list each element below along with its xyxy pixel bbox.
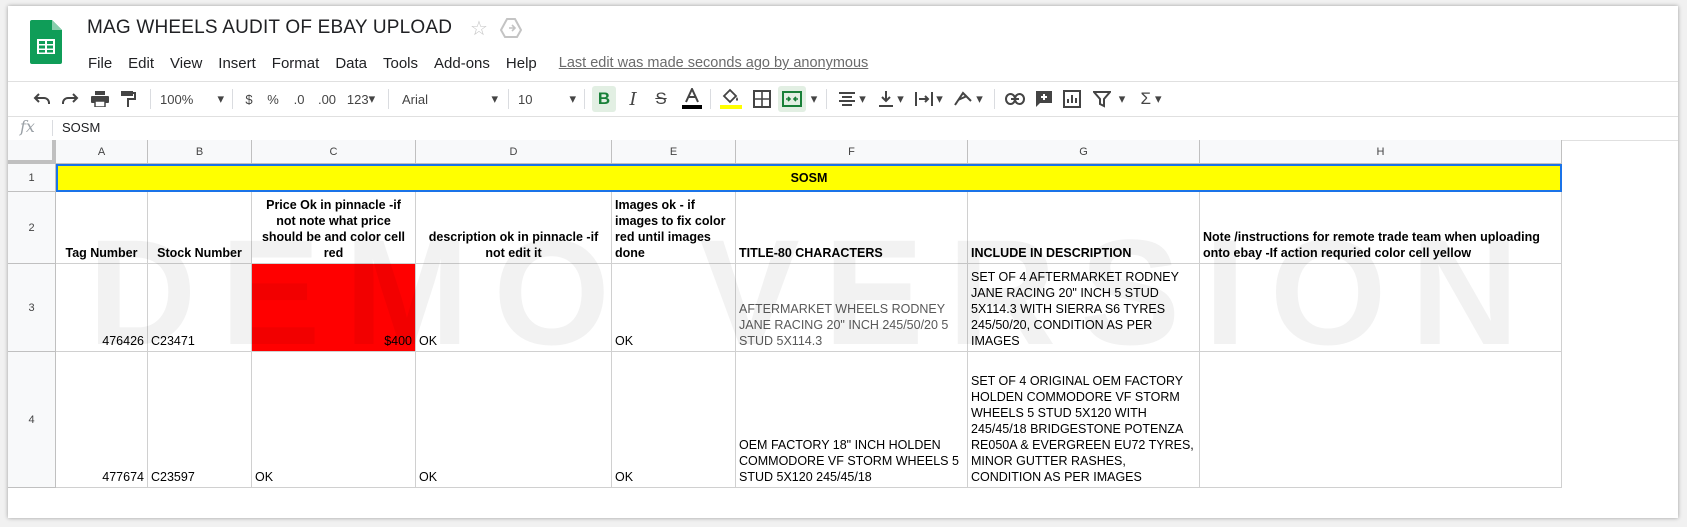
menu-addons[interactable]: Add-ons (426, 55, 498, 72)
borders-icon[interactable] (750, 82, 774, 116)
formula-input[interactable]: SOSM (62, 120, 100, 135)
cell-price-ok[interactable]: OK (252, 352, 416, 488)
cell-tag-number[interactable]: 477674 (56, 352, 148, 488)
functions-icon[interactable]: Σ ▾ (1134, 82, 1168, 116)
more-formats-button[interactable]: 123 ▾ (344, 82, 378, 116)
menu-insert[interactable]: Insert (210, 55, 264, 72)
chevron-down-icon[interactable]: ▾ (808, 82, 820, 116)
menu-bar: File Edit View Insert Format Data Tools … (80, 52, 868, 74)
header-cell-images-ok[interactable]: Images ok - if images to fix color red u… (612, 192, 736, 264)
sigma-label: Σ (1140, 89, 1151, 108)
cell-stock-number[interactable]: C23597 (148, 352, 252, 488)
increase-decimal-button[interactable]: .00 (314, 82, 340, 116)
zoom-value: 100% (160, 91, 194, 107)
fx-icon: fx (20, 117, 35, 136)
font-size-value: 10 (518, 91, 533, 107)
formula-bar: fx SOSM (8, 116, 1678, 141)
column-header-g[interactable]: G (968, 140, 1200, 164)
menu-edit[interactable]: Edit (120, 55, 162, 72)
more-formats-label: 123 (346, 91, 369, 107)
header-cell-notes[interactable]: Note /instructions for remote trade team… (1200, 192, 1562, 264)
cell-price-flagged[interactable]: $400 (252, 264, 416, 352)
menu-file[interactable]: File (80, 55, 120, 72)
cell-include-description[interactable]: SET OF 4 AFTERMARKET RODNEY JANE RACING … (968, 264, 1200, 352)
cell-include-description[interactable]: SET OF 4 ORIGINAL OEM FACTORY HOLDEN COM… (968, 352, 1200, 488)
header-cell-title[interactable]: TITLE-80 CHARACTERS (736, 192, 968, 264)
cell-stock-number[interactable]: C23471 (148, 264, 252, 352)
menu-data[interactable]: Data (327, 55, 375, 72)
cell-notes[interactable] (1200, 352, 1562, 488)
cell-description-ok[interactable]: OK (416, 352, 612, 488)
chevron-down-icon: ▾ (569, 91, 576, 106)
font-size-select[interactable]: 10 ▾ (518, 82, 576, 116)
cell-title[interactable]: AFTERMARKET WHEELS RODNEY JANE RACING 20… (736, 264, 968, 352)
menu-format[interactable]: Format (264, 55, 328, 72)
selected-merged-cell-sosm[interactable]: SOSM (56, 164, 1562, 192)
column-header-a[interactable]: A (56, 140, 148, 164)
header-cell-description-ok[interactable]: description ok in pinnacle -if not edit … (416, 192, 612, 264)
zoom-select[interactable]: 100% ▾ (160, 82, 224, 116)
header-cell-tag-number[interactable]: Tag Number (56, 192, 148, 264)
row-header-1[interactable]: 1 (8, 164, 56, 192)
cell-tag-number[interactable]: 476426 (56, 264, 148, 352)
redo-icon[interactable] (58, 82, 82, 116)
header-cell-stock-number[interactable]: Stock Number (148, 192, 252, 264)
document-title[interactable]: MAG WHEELS AUDIT OF EBAY UPLOAD (87, 17, 452, 39)
cell-title[interactable]: OEM FACTORY 18" INCH HOLDEN COMMODORE VF… (736, 352, 968, 488)
column-header-h[interactable]: H (1200, 140, 1562, 164)
font-family-value: Arial (402, 91, 429, 107)
insert-chart-icon[interactable] (1060, 82, 1084, 116)
menu-help[interactable]: Help (498, 55, 545, 72)
sheets-logo-icon[interactable] (30, 20, 62, 64)
insert-comment-icon[interactable] (1032, 82, 1056, 116)
column-header-b[interactable]: B (148, 140, 252, 164)
paint-format-icon[interactable] (116, 82, 140, 116)
cell-images-ok[interactable]: OK (612, 264, 736, 352)
vertical-align-icon[interactable]: ▾ (874, 82, 908, 116)
currency-button[interactable]: $ (240, 82, 258, 116)
row-header-4[interactable]: 4 (8, 352, 56, 488)
font-family-select[interactable]: Arial ▾ (402, 82, 498, 116)
row-header-3[interactable]: 3 (8, 264, 56, 352)
text-wrapping-icon[interactable]: ▾ (912, 82, 946, 116)
cell-notes[interactable] (1200, 264, 1562, 352)
header-cell-price-ok[interactable]: Price Ok in pinnacle -if not note what p… (252, 192, 416, 264)
column-header-d[interactable]: D (416, 140, 612, 164)
filter-icon[interactable] (1090, 82, 1114, 116)
horizontal-align-icon[interactable]: ▾ (834, 82, 870, 116)
menu-view[interactable]: View (162, 55, 210, 72)
fill-color-icon[interactable] (718, 82, 744, 116)
percent-button[interactable]: % (264, 82, 282, 116)
star-icon[interactable]: ☆ (470, 16, 488, 41)
chevron-down-icon: ▾ (368, 91, 376, 106)
text-color-icon[interactable] (680, 82, 704, 116)
undo-icon[interactable] (30, 82, 54, 116)
select-all-corner[interactable] (8, 140, 56, 164)
toolbar: 100% ▾ $ % .0 .00 123 ▾ Arial ▾ 10 ▾ B I… (8, 81, 1678, 117)
move-to-drive-icon[interactable] (499, 18, 523, 38)
merge-cells-icon[interactable] (778, 86, 806, 112)
last-edit-link[interactable]: Last edit was made seconds ago by anonym… (559, 55, 869, 71)
cell-images-ok[interactable]: OK (612, 352, 736, 488)
spreadsheet-window: MAG WHEELS AUDIT OF EBAY UPLOAD ☆ File E… (8, 6, 1678, 518)
cell-description-ok[interactable]: OK (416, 264, 612, 352)
chevron-down-icon[interactable]: ▾ (1116, 82, 1128, 116)
chevron-down-icon: ▾ (491, 91, 498, 106)
decrease-decimal-button[interactable]: .0 (288, 82, 310, 116)
italic-button[interactable]: I (622, 82, 644, 116)
column-header-f[interactable]: F (736, 140, 968, 164)
row-header-2[interactable]: 2 (8, 192, 56, 264)
chevron-down-icon: ▾ (217, 91, 224, 106)
column-header-e[interactable]: E (612, 140, 736, 164)
strikethrough-button[interactable]: S (650, 82, 672, 116)
header-cell-include-description[interactable]: INCLUDE IN DESCRIPTION (968, 192, 1200, 264)
print-icon[interactable] (88, 82, 112, 116)
menu-tools[interactable]: Tools (375, 55, 426, 72)
text-rotation-icon[interactable]: ▾ (950, 82, 986, 116)
bold-button[interactable]: B (592, 86, 616, 112)
insert-link-icon[interactable] (1002, 82, 1028, 116)
column-header-c[interactable]: C (252, 140, 416, 164)
